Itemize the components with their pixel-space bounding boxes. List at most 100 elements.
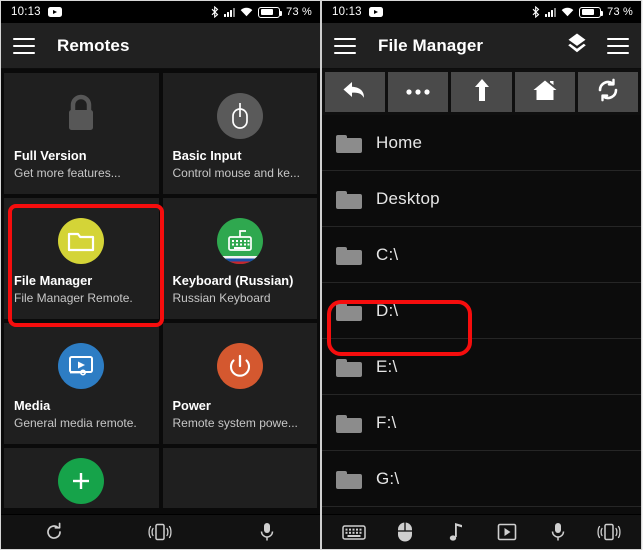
right-phone-screen: 10:13 73 % File Manager Home Desktop C:\…: [321, 0, 642, 550]
tile-icon: [173, 83, 308, 149]
microphone-icon[interactable]: [250, 517, 284, 547]
list-item[interactable]: F:\: [322, 395, 641, 451]
folder-icon: [336, 245, 362, 265]
cellular-signal-icon: [223, 7, 236, 17]
power-icon: [216, 343, 263, 389]
battery-icon: [258, 6, 283, 18]
add-icon: [58, 458, 105, 504]
status-bar-icons: 73 %: [211, 6, 312, 18]
tile-file-manager[interactable]: File Manager File Manager Remote.: [4, 198, 159, 319]
tile-power[interactable]: Power Remote system powe...: [162, 323, 317, 444]
device-vibrate-icon[interactable]: [592, 517, 626, 547]
left-app-bar: Remotes: [1, 23, 320, 69]
screenshot-root: 10:13 73 % Remotes Full Version Get more…: [0, 0, 643, 550]
tile-title: File Manager: [14, 274, 93, 288]
hamburger-menu-icon[interactable]: [334, 37, 356, 54]
tile-title: Keyboard (Russian): [172, 274, 294, 288]
tile-title: Media: [14, 399, 51, 413]
home-button[interactable]: [514, 72, 575, 112]
folder-icon: [336, 413, 362, 433]
bluetooth-icon: [532, 6, 540, 18]
wifi-icon: [240, 7, 253, 17]
file-toolbar: [322, 69, 641, 115]
refresh-icon[interactable]: [37, 517, 71, 547]
folder-icon: [336, 133, 362, 153]
bluetooth-icon: [211, 6, 219, 18]
overflow-menu-icon[interactable]: [607, 37, 629, 54]
youtube-icon: [47, 7, 62, 17]
list-item[interactable]: Desktop: [322, 171, 641, 227]
app-bar-actions: [565, 31, 629, 60]
status-bar-icons: 73 %: [532, 6, 633, 18]
file-name: G:\: [376, 468, 400, 488]
back-button[interactable]: [325, 72, 386, 112]
battery-percent: 73 %: [607, 6, 633, 18]
layers-icon[interactable]: [565, 31, 589, 60]
tile-icon: [173, 333, 308, 399]
tile-title: Full Version: [14, 149, 87, 163]
tile-full-version[interactable]: Full Version Get more features...: [4, 73, 159, 194]
status-bar: 10:13 73 %: [322, 1, 641, 23]
back-arrow-icon: [341, 78, 369, 107]
tile-subtitle: Control mouse and ke...: [172, 166, 300, 180]
battery-icon: [579, 6, 604, 18]
up-arrow-icon: [472, 77, 492, 108]
page-title: File Manager: [378, 35, 484, 55]
media-player-icon[interactable]: [490, 517, 524, 547]
file-list: Home Desktop C:\ D:\ E:\ F:\ G:\: [322, 115, 641, 514]
list-item[interactable]: E:\: [322, 339, 641, 395]
remotes-grid: Full Version Get more features... Basic …: [1, 69, 320, 514]
status-bar: 10:13 73 %: [1, 1, 320, 23]
right-bottom-bar: [322, 514, 641, 549]
tile-empty-slot: [162, 448, 317, 508]
file-name: C:\: [376, 244, 399, 264]
folder-icon: [336, 189, 362, 209]
hamburger-menu-icon[interactable]: [13, 37, 35, 54]
left-bottom-bar: [1, 514, 320, 549]
right-app-bar: File Manager: [322, 23, 641, 69]
microphone-icon[interactable]: [541, 517, 575, 547]
list-item[interactable]: D:\: [322, 283, 641, 339]
mouse-icon: [216, 93, 263, 139]
tile-subtitle: General media remote.: [14, 416, 137, 430]
home-icon: [532, 78, 558, 107]
tile-media[interactable]: Media General media remote.: [4, 323, 159, 444]
cellular-signal-icon: [544, 7, 557, 17]
more-dots-icon: [404, 83, 432, 101]
tile-subtitle: Get more features...: [14, 166, 121, 180]
battery-percent: 73 %: [286, 6, 312, 18]
wifi-icon: [561, 7, 574, 17]
list-item[interactable]: Home: [322, 115, 641, 171]
status-bar-time: 10:13: [332, 6, 362, 18]
tile-basic-input[interactable]: Basic Input Control mouse and ke...: [162, 73, 317, 194]
tile-icon: [14, 333, 149, 399]
keyboard-icon[interactable]: [337, 517, 371, 547]
keyboard-icon: [216, 218, 263, 264]
device-vibrate-icon[interactable]: [143, 517, 177, 547]
mouse-icon[interactable]: [388, 517, 422, 547]
tile-icon: [14, 83, 149, 149]
refresh-button[interactable]: [577, 72, 639, 112]
refresh-icon: [596, 78, 620, 107]
media-player-icon: [58, 343, 105, 389]
tile-title: Power: [172, 399, 211, 413]
tile-subtitle: Russian Keyboard: [172, 291, 271, 305]
page-title: Remotes: [57, 35, 130, 55]
music-note-icon[interactable]: [439, 517, 473, 547]
tile-subtitle: File Manager Remote.: [14, 291, 133, 305]
tile-add-remote[interactable]: [4, 448, 159, 508]
folder-icon: [336, 357, 362, 377]
folder-icon: [336, 469, 362, 489]
tile-icon: [14, 458, 149, 504]
left-phone-screen: 10:13 73 % Remotes Full Version Get more…: [0, 0, 321, 550]
more-options-button[interactable]: [388, 72, 449, 112]
tile-title: Basic Input: [172, 149, 242, 163]
up-directory-button[interactable]: [451, 72, 512, 112]
list-item[interactable]: G:\: [322, 451, 641, 507]
tile-subtitle: Remote system powe...: [172, 416, 298, 430]
list-item[interactable]: C:\: [322, 227, 641, 283]
tile-keyboard-russian[interactable]: Keyboard (Russian) Russian Keyboard: [162, 198, 317, 319]
youtube-icon: [368, 7, 383, 17]
tile-icon: [173, 208, 308, 274]
file-name: D:\: [376, 300, 399, 320]
